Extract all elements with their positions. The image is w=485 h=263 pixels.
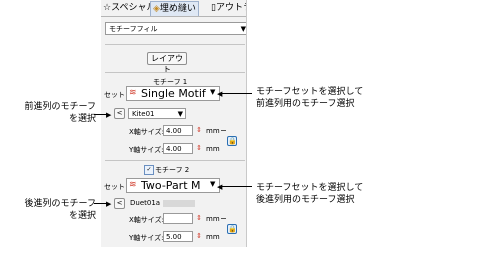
callout-line xyxy=(219,186,252,187)
motif2-x-spinner[interactable]: ⇕ xyxy=(195,213,203,224)
lock-icon[interactable]: 🔒 xyxy=(227,224,237,234)
motif1-x-spinner[interactable]: ⇕ xyxy=(195,125,203,136)
chevron-left-icon: < xyxy=(116,109,123,117)
motif2-set-label: セット xyxy=(104,183,125,191)
annotation-left-2: 後進列のモチーフ を選択 xyxy=(24,199,96,221)
arrow-right-icon: ▶ xyxy=(106,111,112,119)
motif1-x-unit: mm xyxy=(206,127,220,135)
arrow-left-icon: ◀ xyxy=(217,183,223,191)
arrow-right-icon: ▶ xyxy=(106,200,112,208)
divider xyxy=(105,72,245,73)
motif1-x-field[interactable]: 4.00 xyxy=(163,125,193,136)
motif2-y-field[interactable]: 5.00 xyxy=(163,231,193,242)
annotation-left-1: 前進列のモチーフ を選択 xyxy=(24,102,96,124)
motif1-x-label: X軸サイズ: xyxy=(129,128,164,136)
tab-special[interactable]: ☆スペシャル xyxy=(103,1,155,15)
motif2-motif-name: Duet01a xyxy=(130,199,161,207)
annotation-right-1: モチーフセットを選択して 前進列用のモチーフ選択 xyxy=(256,87,364,109)
layout-button[interactable]: レイアウト xyxy=(147,52,187,74)
motif2-y-unit: mm xyxy=(206,233,220,241)
tab-bar: ☆スペシャル ◈埋め縫い ▯アウトラ xyxy=(101,0,246,17)
motif1-y-label: Y軸サイズ: xyxy=(129,146,164,154)
motif2-y-spinner[interactable]: ⇕ xyxy=(195,231,203,242)
lock-bracket xyxy=(221,130,226,131)
divider xyxy=(105,160,245,161)
motif1-y-unit: mm xyxy=(206,145,220,153)
motif1-set-label: セット xyxy=(104,91,125,99)
motif2-y-label: Y軸サイズ: xyxy=(129,234,164,242)
divider xyxy=(105,44,245,45)
motif2-motif-bar xyxy=(163,200,195,207)
motif1-motif-dropdown[interactable]: Kite01 ▼ xyxy=(128,108,186,119)
motif1-back-button[interactable]: < xyxy=(114,108,125,119)
chevron-down-icon: ▼ xyxy=(177,110,183,118)
motif2-back-button[interactable]: < xyxy=(114,198,125,209)
motif-set-icon: ≋ xyxy=(129,88,137,98)
motif2-x-field[interactable] xyxy=(163,213,193,224)
annotation-right-2: モチーフセットを選択して 後進列用のモチーフ選択 xyxy=(256,183,364,205)
motif-fill-panel: ☆スペシャル ◈埋め縫い ▯アウトラ モチーフフィル ▼ レイアウト モチーフ … xyxy=(101,0,247,247)
motif2-set-dropdown[interactable]: ≋ Two-Part M xyxy=(126,178,220,193)
fill-icon: ◈ xyxy=(153,4,160,14)
star-icon: ☆ xyxy=(103,3,112,13)
callout-line xyxy=(219,93,252,94)
tab-fill[interactable]: ◈埋め縫い xyxy=(150,1,199,16)
motif1-set-dropdown[interactable]: ≋ Single Motif xyxy=(126,86,220,101)
motif1-y-spinner[interactable]: ⇕ xyxy=(195,143,203,154)
chevron-left-icon: < xyxy=(116,199,123,207)
motif2-checkbox[interactable]: ✓ xyxy=(144,165,154,175)
fill-type-dropdown[interactable]: モチーフフィル ▼ xyxy=(105,22,246,35)
arrow-left-icon: ◀ xyxy=(217,90,223,98)
motif2-x-label: X軸サイズ: xyxy=(129,216,164,224)
lock-icon[interactable]: 🔒 xyxy=(227,136,237,146)
motif2-x-unit: mm xyxy=(206,215,220,223)
lock-bracket xyxy=(221,218,226,219)
motif2-title: モチーフ 2 xyxy=(155,166,190,174)
chevron-down-icon: ▼ xyxy=(240,25,246,33)
motif1-y-field[interactable]: 4.00 xyxy=(163,143,193,154)
tab-outline[interactable]: ▯アウトラ xyxy=(211,1,246,15)
motif-set-icon: ≋ xyxy=(129,180,137,190)
